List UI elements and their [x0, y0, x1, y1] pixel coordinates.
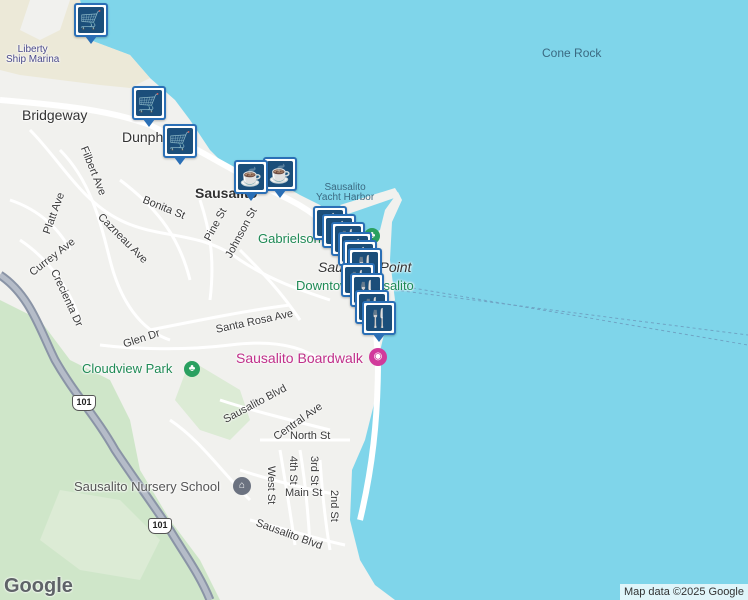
shopping-cart-icon: 🛒	[167, 128, 193, 154]
liberty-ship-marina-label: Liberty Ship Marina	[6, 44, 60, 65]
map-view[interactable]: Liberty Ship Marina Bridgeway Dunphy Con…	[0, 0, 748, 600]
cone-rock-label: Cone Rock	[542, 46, 602, 60]
3rd-st-label: 3rd St	[308, 456, 320, 486]
gabrielson-label: Gabrielson	[258, 231, 321, 246]
restaurant-marker[interactable]: 🍴	[362, 301, 396, 342]
yacht-harbor-label: Sausalito Yacht Harbor	[316, 182, 375, 203]
route-101-shield: 101	[148, 518, 172, 534]
boardwalk-label: Sausalito Boardwalk	[236, 350, 363, 366]
cafe-marker[interactable]: ☕	[234, 160, 268, 201]
cloudview-park-label: Cloudview Park	[82, 361, 173, 376]
2nd-st-label: 2nd St	[328, 490, 340, 522]
google-logo: Google	[4, 575, 73, 597]
shopping-cart-icon: 🛒	[78, 7, 104, 33]
school-icon[interactable]: ⌂	[233, 477, 251, 495]
shopping-cart-marker[interactable]: 🛒	[74, 3, 108, 44]
shopping-cart-marker[interactable]: 🛒	[132, 86, 166, 127]
nursery-school-label: Sausalito Nursery School	[74, 479, 220, 494]
map-attribution[interactable]: Map data ©2025 Google	[619, 584, 748, 600]
coffee-cup-icon: ☕	[238, 164, 264, 190]
coffee-cup-icon: ☕	[267, 161, 293, 187]
route-101-shield: 101	[72, 395, 96, 411]
shopping-cart-marker[interactable]: 🛒	[163, 124, 197, 165]
west-st-label: West St	[265, 466, 277, 505]
cafe-marker[interactable]: ☕	[263, 157, 297, 198]
bridgeway-label: Bridgeway	[22, 107, 88, 123]
4th-st-label: 4th St	[287, 456, 299, 485]
north-st-label: North St	[290, 430, 331, 442]
main-st-label: Main St	[285, 487, 323, 499]
fork-knife-icon: 🍴	[366, 305, 392, 331]
camera-icon[interactable]: ◉	[369, 348, 387, 366]
park-icon[interactable]: ♣	[184, 361, 200, 377]
shopping-cart-icon: 🛒	[136, 90, 162, 116]
